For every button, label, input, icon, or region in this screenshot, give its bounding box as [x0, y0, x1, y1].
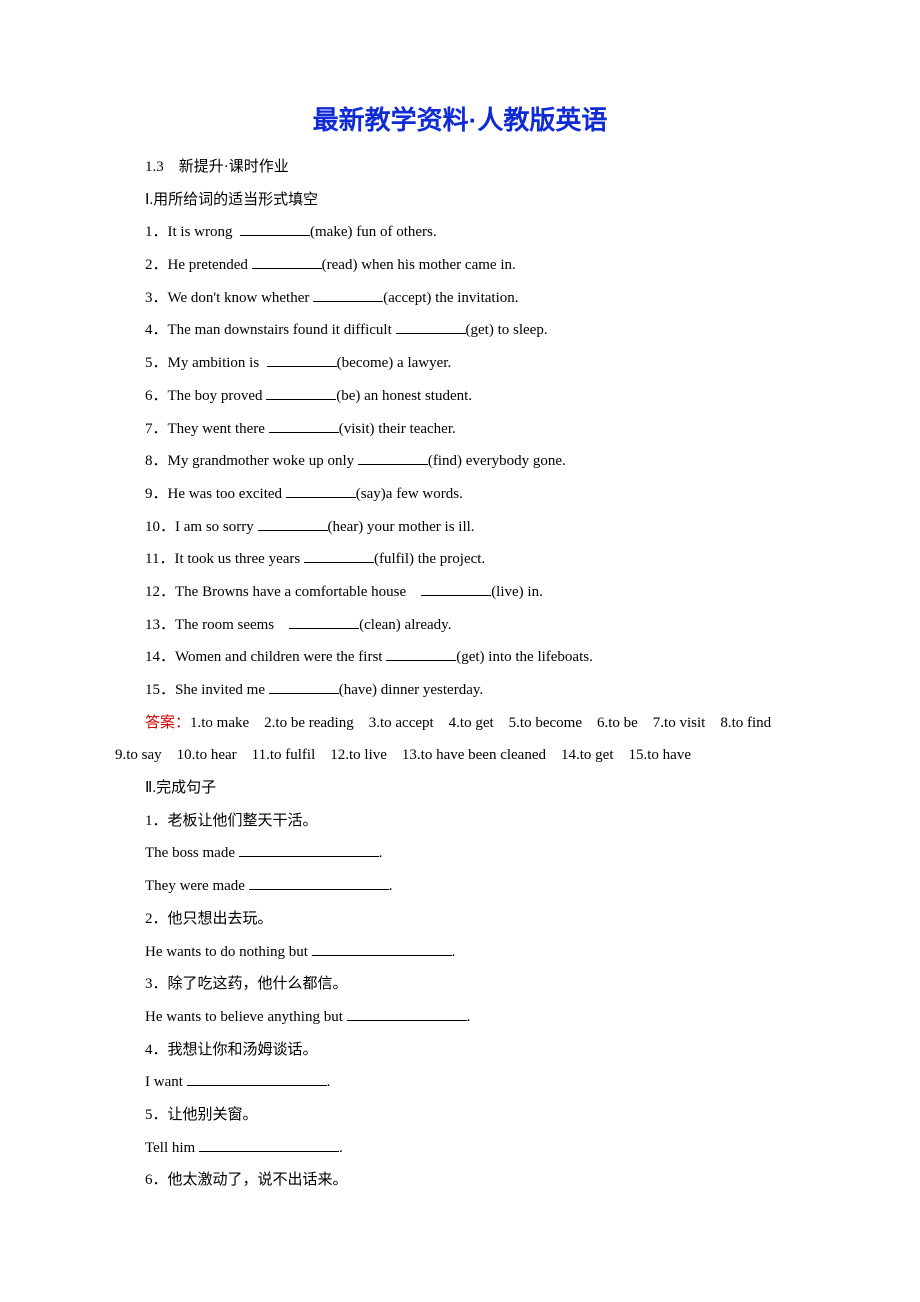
- q-text: (make) fun of others.: [310, 224, 437, 240]
- question-2: 2．He pretended (read) when his mother ca…: [115, 249, 805, 282]
- s2-q4: 4．我想让你和汤姆谈话。: [115, 1034, 805, 1067]
- q-text: 15．She invited me: [145, 682, 269, 698]
- q-text: 10．I am so sorry: [145, 519, 258, 535]
- fill-blank[interactable]: [358, 449, 428, 465]
- s2-q2: 2．他只想出去玩。: [115, 903, 805, 936]
- question-10: 10．I am so sorry (hear) your mother is i…: [115, 511, 805, 544]
- q-text: (get) into the lifeboats.: [456, 649, 593, 665]
- fill-blank[interactable]: [240, 220, 310, 236]
- s2-q5a: Tell him .: [115, 1132, 805, 1165]
- q-text: Tell him: [145, 1140, 199, 1156]
- q-text: I want: [145, 1074, 187, 1090]
- q-text: 7．They went there: [145, 421, 269, 437]
- fill-blank[interactable]: [386, 645, 456, 661]
- q-text: 5．My ambition is: [145, 355, 267, 371]
- section2-heading: Ⅱ.完成句子: [115, 772, 805, 805]
- fill-blank[interactable]: [239, 841, 379, 857]
- s2-q1b: They were made .: [115, 870, 805, 903]
- q-text: 8．My grandmother woke up only: [145, 453, 358, 469]
- question-4: 4．The man downstairs found it difficult …: [115, 314, 805, 347]
- question-8: 8．My grandmother woke up only (find) eve…: [115, 445, 805, 478]
- s2-q2a: He wants to do nothing but .: [115, 936, 805, 969]
- fill-blank[interactable]: [258, 515, 328, 531]
- q-text: (be) an honest student.: [336, 388, 472, 404]
- q-text: 1．It is wrong: [145, 224, 240, 240]
- q-text: .: [379, 845, 383, 861]
- q-text: .: [452, 944, 456, 960]
- q-text: (become) a lawyer.: [337, 355, 452, 371]
- fill-blank[interactable]: [313, 286, 383, 302]
- q-text: 2．He pretended: [145, 257, 252, 273]
- fill-blank[interactable]: [266, 384, 336, 400]
- q-text: (hear) your mother is ill.: [328, 519, 475, 535]
- q-text: They were made: [145, 878, 249, 894]
- q-text: (have) dinner yesterday.: [339, 682, 483, 698]
- fill-blank[interactable]: [421, 580, 491, 596]
- q-text: 9．He was too excited: [145, 486, 286, 502]
- q-text: (live) in.: [491, 584, 543, 600]
- question-13: 13．The room seems (clean) already.: [115, 609, 805, 642]
- question-1: 1．It is wrong (make) fun of others.: [115, 216, 805, 249]
- q-text: .: [389, 878, 393, 894]
- q-text: (clean) already.: [359, 617, 451, 633]
- fill-blank[interactable]: [312, 940, 452, 956]
- q-text: 4．The man downstairs found it difficult: [145, 322, 396, 338]
- q-text: (say)a few words.: [356, 486, 463, 502]
- q-text: The boss made: [145, 845, 239, 861]
- s2-q5: 5．让他别关窗。: [115, 1099, 805, 1132]
- s2-q3a: He wants to believe anything but .: [115, 1001, 805, 1034]
- fill-blank[interactable]: [269, 417, 339, 433]
- fill-blank[interactable]: [347, 1005, 467, 1021]
- fill-blank[interactable]: [187, 1070, 327, 1086]
- subheading: 1.3 新提升·课时作业: [115, 151, 805, 184]
- question-5: 5．My ambition is (become) a lawyer.: [115, 347, 805, 380]
- fill-blank[interactable]: [267, 351, 337, 367]
- q-text: .: [327, 1074, 331, 1090]
- q-text: (get) to sleep.: [466, 322, 548, 338]
- q-text: 11．It took us three years: [145, 551, 304, 567]
- question-6: 6．The boy proved (be) an honest student.: [115, 380, 805, 413]
- fill-blank[interactable]: [252, 253, 322, 269]
- section1-heading: Ⅰ.用所给词的适当形式填空: [115, 184, 805, 217]
- fill-blank[interactable]: [304, 547, 374, 563]
- document-title: 最新教学资料·人教版英语: [115, 100, 805, 137]
- question-11: 11．It took us three years (fulfil) the p…: [115, 543, 805, 576]
- s2-q1: 1．老板让他们整天干活。: [115, 805, 805, 838]
- q-text: 3．We don't know whether: [145, 290, 313, 306]
- s2-q6: 6．他太激动了，说不出话来。: [115, 1164, 805, 1197]
- q-text: 14．Women and children were the first: [145, 649, 386, 665]
- page: 最新教学资料·人教版英语 1.3 新提升·课时作业 Ⅰ.用所给词的适当形式填空 …: [0, 0, 920, 1302]
- fill-blank[interactable]: [249, 874, 389, 890]
- answers-label: 答案：: [145, 715, 190, 731]
- question-12: 12．The Browns have a comfortable house (…: [115, 576, 805, 609]
- fill-blank[interactable]: [269, 678, 339, 694]
- q-text: 13．The room seems: [145, 617, 289, 633]
- q-text: .: [339, 1140, 343, 1156]
- question-14: 14．Women and children were the first (ge…: [115, 641, 805, 674]
- fill-blank[interactable]: [396, 318, 466, 334]
- s2-q4a: I want .: [115, 1066, 805, 1099]
- q-text: (accept) the invitation.: [383, 290, 518, 306]
- q-text: (read) when his mother came in.: [322, 257, 516, 273]
- fill-blank[interactable]: [289, 613, 359, 629]
- question-15: 15．She invited me (have) dinner yesterda…: [115, 674, 805, 707]
- fill-blank[interactable]: [286, 482, 356, 498]
- q-text: (find) everybody gone.: [428, 453, 566, 469]
- q-text: .: [467, 1009, 471, 1025]
- question-9: 9．He was too excited (say)a few words.: [115, 478, 805, 511]
- q-text: 12．The Browns have a comfortable house: [145, 584, 421, 600]
- answers-block: 答案：1.to make 2.to be reading 3.to accept…: [115, 707, 805, 772]
- q-text: 6．The boy proved: [145, 388, 266, 404]
- s2-q1a: The boss made .: [115, 837, 805, 870]
- question-7: 7．They went there (visit) their teacher.: [115, 413, 805, 446]
- answers-text: 1.to make 2.to be reading 3.to accept 4.…: [115, 715, 786, 764]
- q-text: He wants to do nothing but: [145, 944, 312, 960]
- question-3: 3．We don't know whether (accept) the inv…: [115, 282, 805, 315]
- s2-q3: 3．除了吃这药，他什么都信。: [115, 968, 805, 1001]
- q-text: (fulfil) the project.: [374, 551, 485, 567]
- q-text: He wants to believe anything but: [145, 1009, 347, 1025]
- fill-blank[interactable]: [199, 1136, 339, 1152]
- q-text: (visit) their teacher.: [339, 421, 456, 437]
